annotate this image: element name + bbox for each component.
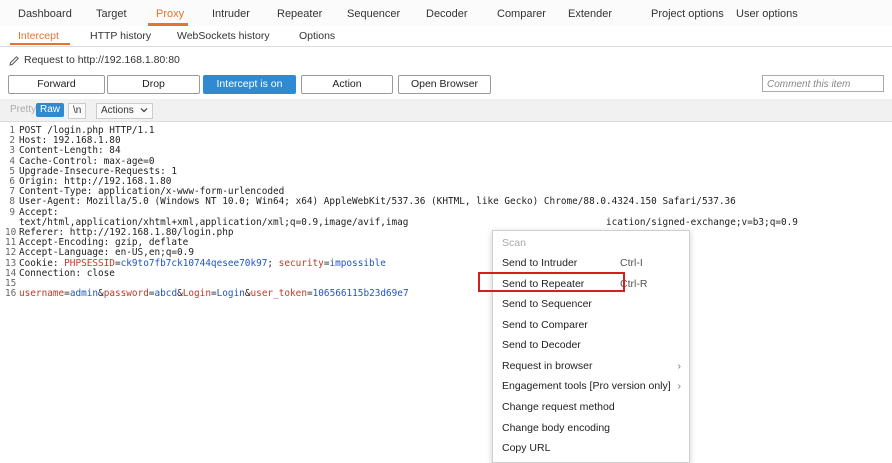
param-value: 106566115b23d69e7 — [312, 288, 409, 300]
text-segment: User-Agent: Mozilla/5.0 (Windows NT 10.0… — [19, 196, 736, 208]
param-value: impossible — [329, 257, 386, 269]
menu-item-label: Send to Sequencer — [502, 298, 592, 310]
proxy-sub-tab-bar: Intercept HTTP history WebSockets histor… — [0, 26, 892, 47]
tab-proxy[interactable]: Proxy — [156, 8, 184, 20]
pencil-icon — [9, 56, 19, 66]
tab-project-options[interactable]: Project options — [651, 8, 724, 20]
line-text: username=admin&password=abcd&Login=Login… — [19, 289, 409, 299]
menu-item-label: Send to Comparer — [502, 319, 588, 331]
request-editor[interactable]: 1 POST /login.php HTTP/1.1 2 Host: 192.168.… — [0, 125, 892, 461]
menu-item-send-to-decoder[interactable]: Send to Decoder — [493, 335, 689, 355]
tab-intruder[interactable]: Intruder — [212, 8, 250, 20]
menu-item-scan: Scan — [493, 233, 689, 253]
request-target-label: Request to http://192.168.1.80:80 — [24, 54, 180, 66]
message-view-toolbar: Pretty Raw \n Actions — [0, 99, 892, 122]
menu-item-label: Send to Decoder — [502, 339, 581, 351]
chevron-right-icon: › — [677, 380, 682, 392]
line-text: User-Agent: Mozilla/5.0 (Windows NT 10.0… — [19, 197, 736, 207]
tab-decoder[interactable]: Decoder — [426, 8, 468, 20]
subtab-intercept[interactable]: Intercept — [18, 30, 59, 42]
menu-item-label: Request in browser — [502, 360, 593, 372]
menu-item-label: Change request method — [502, 401, 615, 413]
param-value: abcd — [154, 288, 178, 300]
text-segment: ; — [267, 257, 279, 269]
param-value: admin — [69, 288, 99, 300]
menu-item-send-to-sequencer[interactable]: Send to Sequencer — [493, 294, 689, 314]
actions-dropdown[interactable]: Actions — [96, 103, 153, 119]
subtab-websockets-history[interactable]: WebSockets history — [177, 30, 270, 42]
param-value: ck9to7fb7ck10744qesee70k97 — [120, 257, 268, 269]
param-name: security — [278, 257, 324, 269]
open-browser-button[interactable]: Open Browser — [398, 75, 491, 94]
text-segment: ication/signed-exchange;v=b3;q=0.9 — [606, 216, 798, 228]
menu-item-request-in-browser[interactable]: Request in browser › — [493, 356, 689, 376]
chevron-down-icon — [140, 108, 148, 113]
param-name: Login — [182, 288, 211, 300]
menu-item-shortcut: Ctrl-I — [620, 257, 643, 269]
menu-item-label: Scan — [502, 237, 526, 249]
subtab-http-history[interactable]: HTTP history — [90, 30, 151, 42]
menu-item-label: Change body encoding — [502, 422, 611, 434]
action-button[interactable]: Action — [301, 75, 393, 94]
actions-dropdown-label: Actions — [101, 105, 134, 116]
line-number: 16 — [5, 288, 17, 300]
text-segment: Connection: close — [19, 267, 115, 279]
chevron-right-icon: › — [677, 360, 682, 372]
menu-item-engagement-tools-pro-version-only[interactable]: Engagement tools [Pro version only] › — [493, 376, 689, 396]
tab-repeater[interactable]: Repeater — [277, 8, 322, 20]
tab-dashboard[interactable]: Dashboard — [18, 8, 72, 20]
menu-item-copy-url[interactable]: Copy URL — [493, 438, 689, 458]
forward-button[interactable]: Forward — [8, 75, 105, 94]
tab-extender[interactable]: Extender — [568, 8, 612, 20]
highlight-box — [478, 272, 625, 292]
param-name: user_token — [250, 288, 307, 300]
tab-user-options[interactable]: User options — [736, 8, 798, 20]
intercept-subtab-underline — [10, 43, 70, 45]
raw-view-button[interactable]: Raw — [36, 103, 65, 117]
menu-item-send-to-intruder[interactable]: Send to Intruder Ctrl-I — [493, 253, 689, 273]
menu-item-label: Send to Intruder — [502, 257, 578, 269]
tab-sequencer[interactable]: Sequencer — [347, 8, 400, 20]
newline-toggle-button[interactable]: \n — [68, 103, 87, 119]
menu-item-label: Copy URL — [502, 442, 551, 454]
pretty-view-button[interactable]: Pretty — [6, 103, 40, 117]
menu-item-change-request-method[interactable]: Change request method — [493, 397, 689, 417]
text-segment — [408, 217, 606, 228]
comment-input[interactable]: Comment this item — [762, 75, 884, 92]
tab-target[interactable]: Target — [96, 8, 127, 20]
menu-item-label: Engagement tools [Pro version only] — [502, 380, 671, 392]
param-name: username — [19, 288, 65, 300]
param-value: Login — [216, 288, 245, 300]
main-tab-bar: Dashboard Target Proxy Intruder Repeater… — [0, 0, 892, 27]
tab-comparer[interactable]: Comparer — [497, 8, 546, 20]
menu-item-send-to-comparer[interactable]: Send to Comparer — [493, 315, 689, 335]
param-name: password — [103, 288, 149, 300]
line-number: 9 — [9, 206, 15, 218]
context-menu: Scan Send to Intruder Ctrl-I Send to Repeat… — [492, 230, 690, 463]
line-text: Connection: close — [19, 267, 115, 279]
subtab-options[interactable]: Options — [299, 30, 335, 42]
drop-button[interactable]: Drop — [107, 75, 200, 94]
intercept-toggle-button[interactable]: Intercept is on — [203, 75, 296, 94]
menu-item-change-body-encoding[interactable]: Change body encoding — [493, 418, 689, 438]
